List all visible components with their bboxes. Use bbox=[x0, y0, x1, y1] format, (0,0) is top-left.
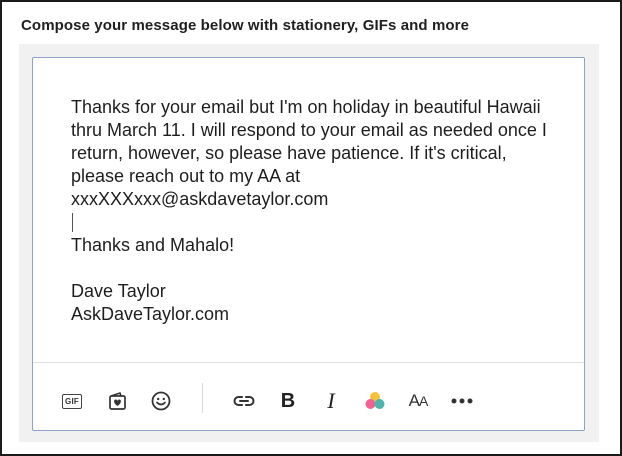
signature-site: AskDaveTaylor.com bbox=[71, 304, 230, 324]
link-icon bbox=[233, 396, 255, 406]
font-size-button[interactable]: AA bbox=[404, 387, 432, 415]
emoji-button[interactable] bbox=[147, 387, 175, 415]
bold-button[interactable]: B bbox=[274, 387, 302, 415]
stationery-button[interactable] bbox=[104, 387, 132, 415]
italic-icon: I bbox=[327, 388, 335, 413]
link-button[interactable] bbox=[230, 387, 258, 415]
text-cursor bbox=[72, 213, 73, 232]
color-icon bbox=[365, 392, 385, 409]
more-icon bbox=[451, 398, 473, 404]
cursor-line bbox=[71, 211, 551, 234]
toolbar-separator bbox=[202, 383, 203, 413]
message-closing: Thanks and Mahalo! bbox=[71, 235, 235, 255]
page-title: Compose your message below with statione… bbox=[21, 17, 470, 34]
message-editor[interactable]: Thanks for your email but I'm on holiday… bbox=[32, 57, 585, 431]
gif-button[interactable]: GIF bbox=[58, 387, 86, 415]
bold-icon: B bbox=[280, 389, 296, 412]
message-paragraph: Thanks for your email but I'm on holiday… bbox=[71, 97, 547, 209]
gif-icon: GIF bbox=[62, 393, 82, 409]
signature-name: Dave Taylor bbox=[71, 281, 166, 301]
more-options-button[interactable] bbox=[448, 387, 476, 415]
message-body[interactable]: Thanks for your email but I'm on holiday… bbox=[71, 96, 551, 326]
stationery-icon bbox=[109, 392, 126, 410]
text-color-button[interactable] bbox=[361, 387, 389, 415]
formatting-toolbar: GIF B I AA bbox=[33, 363, 584, 431]
font-size-icon: AA bbox=[408, 391, 429, 410]
italic-button[interactable]: I bbox=[317, 387, 345, 415]
emoji-icon bbox=[151, 391, 171, 411]
